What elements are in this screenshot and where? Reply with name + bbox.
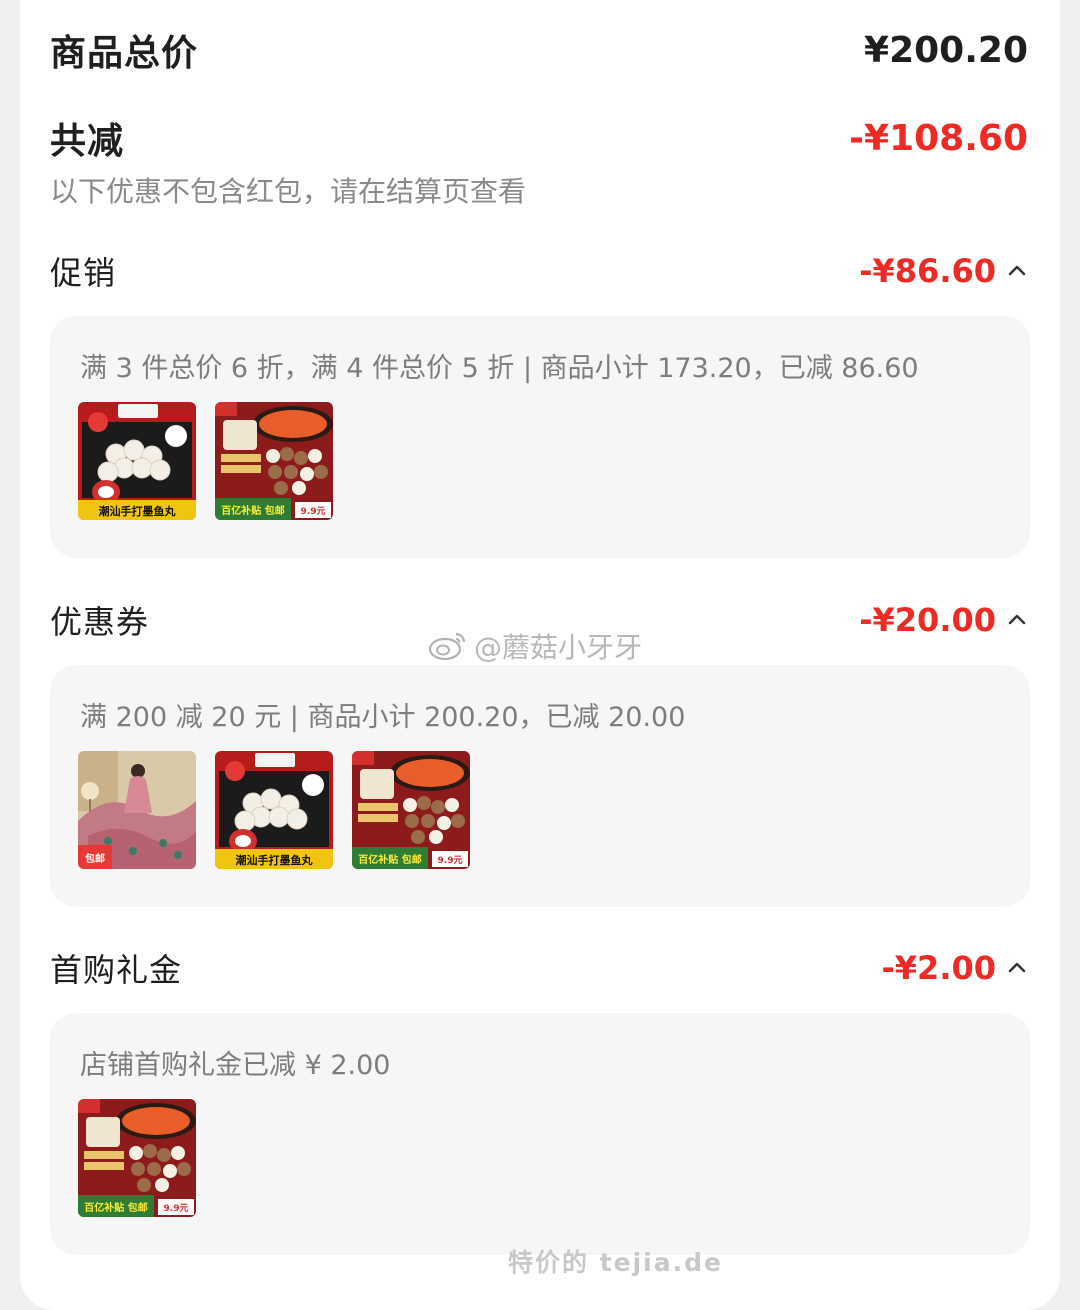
coupon-panel: 满 200 减 20 元 | 商品小计 200.20，已减 20.00 包邮 潮汕…: [50, 665, 1030, 907]
total-row: 商品总价 ¥200.20: [50, 24, 1028, 76]
thumb-caption: 潮汕手打墨鱼丸: [99, 504, 177, 518]
thumb-caption: 百亿补贴 包邮: [358, 853, 421, 866]
chevron-up-icon[interactable]: [1006, 957, 1028, 979]
section-first-purchase-header[interactable]: 首购礼金 -¥2.00: [50, 945, 1028, 991]
product-thumbnail[interactable]: 百亿补贴 包邮 9.9元: [215, 402, 333, 520]
section-title: 促销: [50, 254, 117, 292]
product-thumbnail[interactable]: 百亿补贴 包邮 9.9元: [352, 751, 470, 869]
product-thumbnail[interactable]: 百亿补贴 包邮 9.9元: [78, 1099, 196, 1217]
section-title: 首购礼金: [50, 951, 183, 989]
hotpot-product-image: 百亿补贴 包邮 9.9元: [352, 751, 470, 869]
section-amount-value: -¥20.00: [859, 601, 996, 639]
section-amount: -¥86.60: [859, 252, 1028, 290]
promotion-panel: 满 3 件总价 6 折，满 4 件总价 5 折 | 商品小计 173.20，已减…: [50, 316, 1030, 558]
chevron-up-icon[interactable]: [1006, 609, 1028, 631]
weibo-icon: [428, 632, 466, 661]
section-title: 优惠券: [50, 603, 150, 641]
hotpot-product-image: 百亿补贴 包邮 9.9元: [215, 402, 333, 520]
chevron-up-icon[interactable]: [1006, 260, 1028, 282]
first-purchase-thumbs: 百亿补贴 包邮 9.9元: [78, 1099, 196, 1217]
thumb-price: 9.9元: [438, 855, 463, 866]
promotion-desc: 满 3 件总价 6 折，满 4 件总价 5 折 | 商品小计 173.20，已减…: [80, 353, 919, 384]
hotpot-product-image: 百亿补贴 包邮 9.9元: [78, 1099, 196, 1217]
total-label: 商品总价: [50, 33, 199, 74]
weibo-watermark: @蘑菇小牙牙: [428, 626, 642, 666]
thumb-caption: 百亿补贴 包邮: [221, 504, 284, 517]
coupon-thumbs: 包邮 潮汕手打墨鱼丸 百亿补贴 包邮 9.9元: [78, 751, 470, 869]
thumb-price: 9.9元: [164, 1203, 189, 1214]
section-amount-value: -¥86.60: [859, 252, 996, 290]
footer-watermark: 特价的 tejia.de: [508, 1248, 723, 1277]
watermark-text: @蘑菇小牙牙: [474, 631, 643, 664]
thumb-price: 9.9元: [301, 506, 326, 517]
discount-note: 以下优惠不包含红包，请在结算页查看: [50, 175, 527, 208]
product-thumbnail[interactable]: 潮汕手打墨鱼丸: [215, 751, 333, 869]
product-thumbnail[interactable]: 潮汕手打墨鱼丸: [78, 402, 196, 520]
coupon-desc: 满 200 减 20 元 | 商品小计 200.20，已减 20.00: [80, 702, 686, 733]
fishball-product-image: 潮汕手打墨鱼丸: [215, 751, 333, 869]
total-value: ¥200.20: [864, 29, 1028, 71]
section-amount: -¥20.00: [859, 601, 1028, 639]
first-purchase-panel: 店铺首购礼金已减 ¥ 2.00 百亿补贴 包邮 9.9元: [50, 1013, 1030, 1255]
section-promotion-header[interactable]: 促销 -¥86.60: [50, 248, 1028, 294]
section-amount-value: -¥2.00: [881, 949, 997, 987]
thumb-caption: 包邮: [85, 852, 105, 865]
discount-label: 共减: [50, 121, 125, 162]
bedding-product-image: 包邮: [78, 751, 196, 869]
product-thumbnail[interactable]: 包邮: [78, 751, 196, 869]
thumb-caption: 百亿补贴 包邮: [84, 1201, 147, 1214]
first-purchase-desc: 店铺首购礼金已减 ¥ 2.00: [80, 1050, 391, 1081]
section-amount: -¥2.00: [882, 949, 1029, 987]
fishball-product-image: 潮汕手打墨鱼丸: [78, 402, 196, 520]
discount-value: -¥108.60: [849, 117, 1028, 159]
discount-row: 共减 -¥108.60: [50, 112, 1028, 164]
thumb-caption: 潮汕手打墨鱼丸: [236, 853, 314, 867]
promotion-thumbs: 潮汕手打墨鱼丸 百亿补贴 包邮 9.9元: [78, 402, 333, 520]
